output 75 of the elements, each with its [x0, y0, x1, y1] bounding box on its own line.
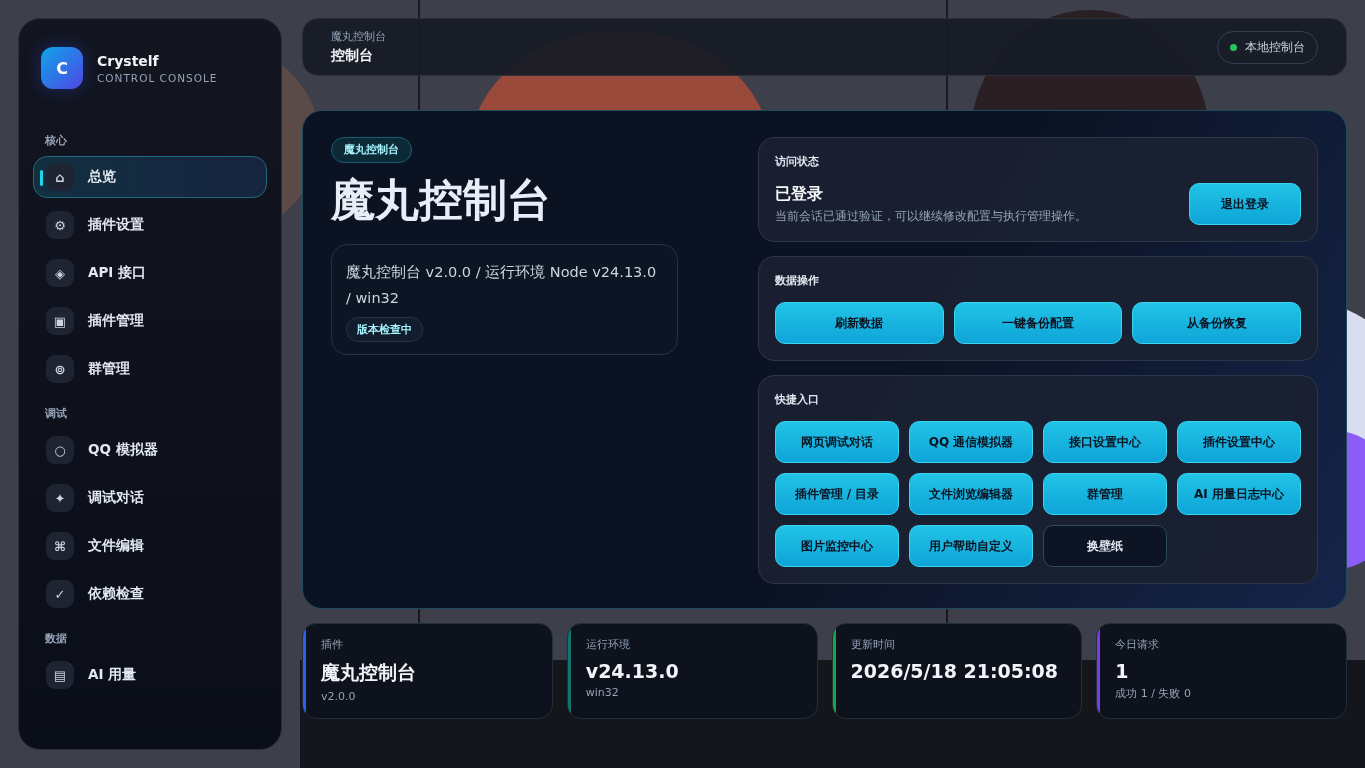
sidebar-item[interactable]: ▤ AI 用量 — [33, 654, 267, 696]
nav-icon: ⊚ — [46, 355, 74, 383]
shortcut-button[interactable]: 插件设置中心 — [1177, 421, 1301, 463]
sidebar-item[interactable]: ○ QQ 模拟器 — [33, 429, 267, 471]
stat-sub: win32 — [585, 686, 620, 699]
shortcut-button[interactable]: 插件管理 / 目录 — [775, 473, 899, 515]
nav-icon: ◈ — [46, 259, 74, 287]
shortcut-button[interactable]: 群管理 — [1043, 473, 1167, 515]
nav-label: 插件设置 — [88, 216, 144, 234]
sidebar-item[interactable]: ◈ API 接口 — [33, 252, 267, 294]
brand-subtitle: CONTROL CONSOLE — [97, 71, 218, 84]
stat-value: 魔丸控制台 — [321, 660, 417, 685]
stat-label: 更新时间 — [850, 638, 896, 652]
sidebar-item[interactable]: ✦ 调试对话 — [33, 477, 267, 519]
stat-label: 运行环境 — [585, 638, 631, 652]
stat-value: v24.13.0 — [585, 660, 680, 682]
stat-value: 2026/5/18 21:05:08 — [850, 660, 1060, 682]
nav-icon: ✦ — [46, 484, 74, 512]
logo: C — [41, 47, 83, 89]
nav-label: 文件编辑 — [88, 537, 144, 555]
nav-label: QQ 模拟器 — [88, 441, 158, 459]
nav-label: 依赖检查 — [88, 585, 144, 603]
sidebar-item[interactable]: ⊚ 群管理 — [33, 348, 267, 390]
nav-label: 总览 — [88, 168, 116, 186]
shortcut-button[interactable]: 网页调试对话 — [775, 421, 899, 463]
nav-icon: ▣ — [46, 307, 74, 335]
nav-icon: ✓ — [46, 580, 74, 608]
card-title: 访问状态 — [775, 154, 820, 169]
active-indicator — [40, 170, 43, 186]
login-note: 当前会话已通过验证，可以继续修改配置与执行管理操作。 — [775, 209, 1087, 224]
shortcut-button[interactable]: 接口设置中心 — [1043, 421, 1167, 463]
brand-name: Crystelf — [97, 52, 160, 69]
card-title: 快捷入口 — [775, 392, 820, 407]
shortcut-button[interactable]: AI 用量日志中心 — [1177, 473, 1301, 515]
status-label: 本地控制台 — [1245, 39, 1305, 55]
logout-button[interactable]: 退出登录 — [1189, 183, 1301, 225]
nav-icon: ⚙ — [46, 211, 74, 239]
section-title: 数据 — [44, 631, 68, 646]
nav-icon: ○ — [46, 436, 74, 464]
shortcut-button[interactable]: 图片监控中心 — [775, 525, 899, 567]
action-button[interactable]: 刷新数据 — [775, 302, 944, 344]
hero-badge: 魔丸控制台 — [331, 137, 412, 163]
card-title: 数据操作 — [775, 273, 820, 288]
action-button[interactable]: 从备份恢复 — [1132, 302, 1301, 344]
stat-value: 1 — [1115, 660, 1130, 682]
sidebar-item[interactable]: ▣ 插件管理 — [33, 300, 267, 342]
action-button[interactable]: 一键备份配置 — [953, 302, 1123, 344]
version-badge: 版本检查中 — [346, 317, 423, 342]
section-title: 调试 — [44, 406, 68, 421]
sidebar-item[interactable]: ✓ 依赖检查 — [33, 573, 267, 615]
nav-label: AI 用量 — [88, 666, 137, 684]
sidebar-item[interactable]: ⚙ 插件设置 — [33, 204, 267, 246]
shortcut-button[interactable]: 换壁纸 — [1043, 525, 1167, 567]
shortcut-button[interactable]: 文件浏览编辑器 — [909, 473, 1033, 515]
stat-label: 插件 — [321, 638, 344, 652]
page-title: 控制台 — [331, 46, 374, 65]
stat-sub: 成功 1 / 失败 0 — [1115, 686, 1192, 701]
sidebar-item[interactable]: ⌘ 文件编辑 — [33, 525, 267, 567]
stat-sub: v2.0.0 — [321, 690, 357, 703]
stat-label: 今日请求 — [1115, 638, 1161, 652]
hero-title: 魔丸控制台 — [331, 173, 552, 227]
nav-label: API 接口 — [88, 264, 147, 282]
section-title: 核心 — [44, 133, 68, 148]
shortcut-button[interactable]: QQ 通信模拟器 — [909, 421, 1033, 463]
shortcut-button[interactable]: 用户帮助自定义 — [909, 525, 1033, 567]
breadcrumb: 魔丸控制台 — [331, 29, 386, 44]
version-info: 魔丸控制台 v2.0.0 / 运行环境 Node v24.13.0 / win32 — [346, 263, 658, 308]
nav-icon: ⌘ — [46, 532, 74, 560]
login-state: 已登录 — [775, 184, 824, 205]
nav-label: 群管理 — [88, 360, 130, 378]
nav-icon: ⌂ — [46, 163, 74, 191]
nav-label: 插件管理 — [88, 312, 144, 330]
nav-icon: ▤ — [46, 661, 74, 689]
sidebar-item[interactable]: ⌂ 总览 — [33, 156, 267, 198]
nav-label: 调试对话 — [88, 489, 144, 507]
